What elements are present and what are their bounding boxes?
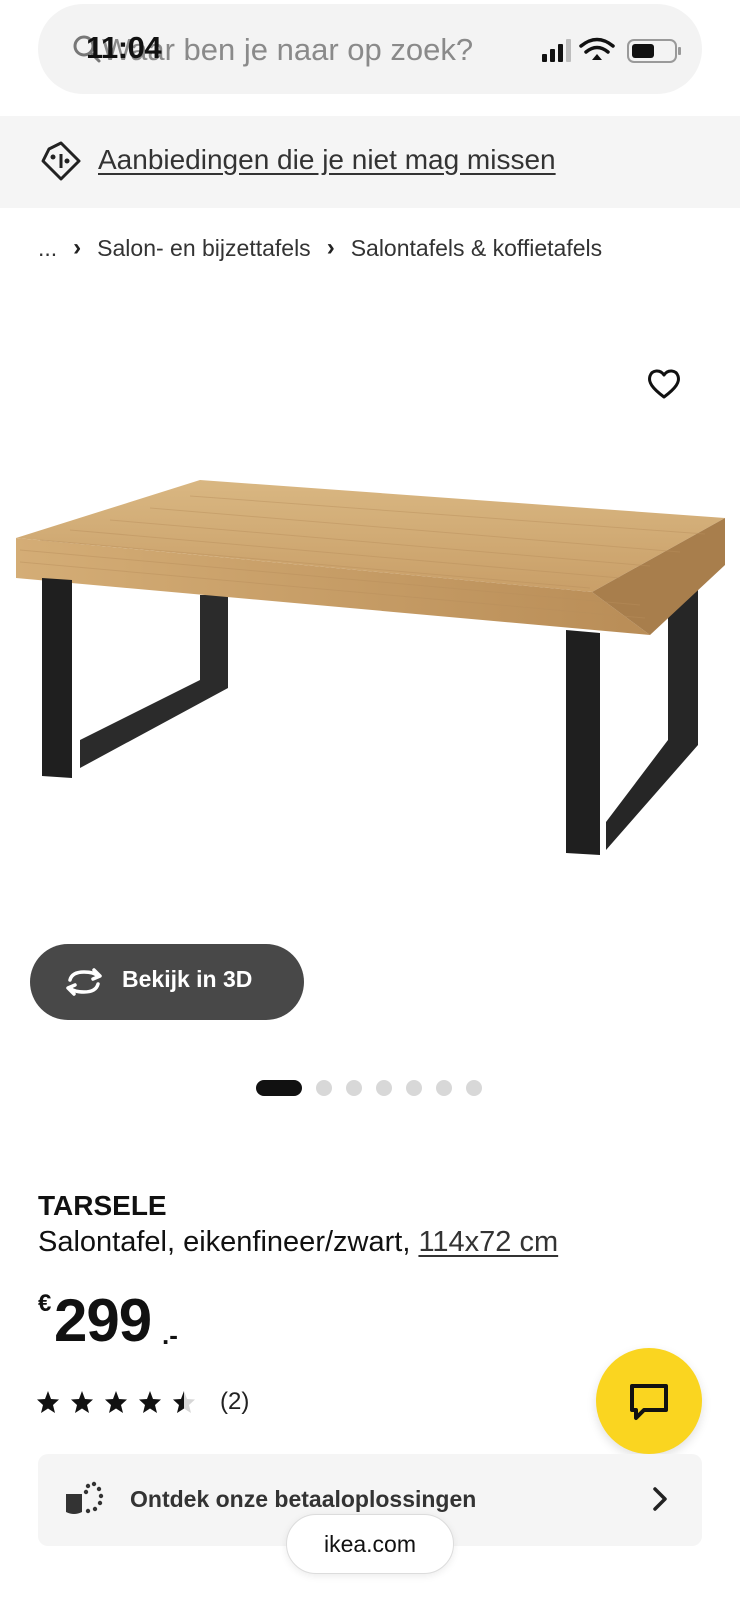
payment-options-label: Ontdek onze betaaloplossingen [130,1486,477,1512]
product-name: TARSELE [38,1190,167,1221]
search-bar[interactable]: Waar ben je naar op zoek? 11:04 [38,4,702,94]
chat-icon [630,1384,668,1420]
view-3d-button[interactable]: Bekijk in 3D [30,944,304,1020]
heart-icon[interactable] [646,366,682,402]
breadcrumb-separator: › [73,234,82,261]
product-image[interactable] [0,470,740,890]
price-tag-icon [41,141,81,181]
carousel-dot[interactable] [346,1080,362,1096]
browser-url-bar[interactable]: ikea.com [286,1514,454,1574]
image-carousel-dots [256,1080,482,1096]
breadcrumb-salon-bijzettafels[interactable]: Salon- en bijzettafels [97,235,311,262]
carousel-dot[interactable] [376,1080,392,1096]
wifi-icon [579,37,615,60]
carousel-dot[interactable] [436,1080,452,1096]
deals-link[interactable]: Aanbiedingen die je niet mag missen [98,144,556,176]
rating-stars-icon [37,1391,195,1413]
carousel-dot[interactable] [316,1080,332,1096]
view-3d-label: Bekijk in 3D [122,966,253,992]
status-icons [542,37,681,63]
product-description-text: Salontafel, eikenfineer/zwart, [38,1226,411,1258]
chevron-right-icon [653,1487,667,1511]
price-suffix: .- [162,1320,178,1350]
deals-banner[interactable]: Aanbiedingen die je niet mag missen [0,116,740,208]
breadcrumb-ellipsis[interactable]: ... [38,235,57,262]
product-rating[interactable]: (2) [36,1384,249,1420]
chat-button[interactable] [596,1348,702,1454]
carousel-dot[interactable] [406,1080,422,1096]
carousel-dot[interactable] [256,1080,302,1096]
product-description: Salontafel, eikenfineer/zwart, 114x72 cm [38,1226,558,1259]
carousel-dot[interactable] [466,1080,482,1096]
breadcrumb-separator: › [326,234,335,261]
battery-icon [627,39,681,63]
signal-icon [542,39,571,62]
breadcrumb: ... › Salon- en bijzettafels › Salontafe… [38,232,602,264]
status-time: 11:04 [86,30,162,65]
price-amount: 299 [54,1287,152,1354]
product-size-link[interactable]: 114x72 cm [418,1226,558,1258]
price-currency: € [38,1290,52,1317]
payment-icon [66,1481,104,1514]
rotate-3d-icon [66,968,102,996]
breadcrumb-salontafels[interactable]: Salontafels & koffietafels [351,235,602,262]
review-count[interactable]: (2) [220,1388,249,1416]
